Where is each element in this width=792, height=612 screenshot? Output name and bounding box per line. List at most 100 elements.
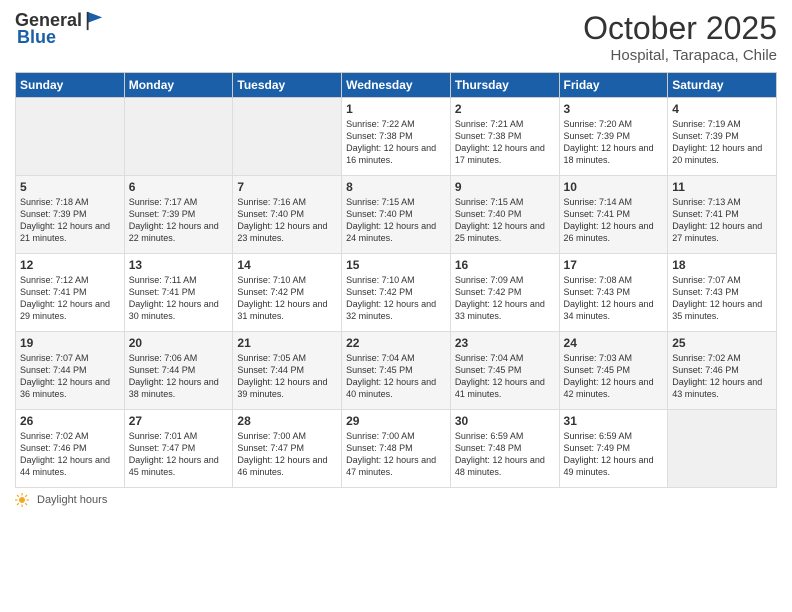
day-number: 8	[346, 180, 446, 194]
day-number: 19	[20, 336, 120, 350]
day-info: Sunrise: 7:00 AM Sunset: 7:47 PM Dayligh…	[237, 430, 337, 479]
calendar-cell: 5 Sunrise: 7:18 AM Sunset: 7:39 PM Daylig…	[16, 176, 125, 254]
calendar-cell: 26 Sunrise: 7:02 AM Sunset: 7:46 PM Dayli…	[16, 410, 125, 488]
day-number: 29	[346, 414, 446, 428]
calendar-cell: 19Sunrise: 7:07 AM Sunset: 7:44 PM Dayli…	[16, 332, 125, 410]
weekday-header-sunday: Sunday	[16, 73, 125, 98]
calendar-cell: 9 Sunrise: 7:15 AM Sunset: 7:40 PM Daylig…	[450, 176, 559, 254]
calendar-week-row-3: 12 Sunrise: 7:12 AM Sunset: 7:41 PM Dayli…	[16, 254, 777, 332]
day-info: Sunrise: 7:00 AM Sunset: 7:48 PM Dayligh…	[346, 430, 446, 479]
day-number: 1	[346, 102, 446, 116]
calendar-cell: 24 Sunrise: 7:03 AM Sunset: 7:45 PM Dayli…	[559, 332, 668, 410]
calendar-cell: 4 Sunrise: 7:19 AM Sunset: 7:39 PM Daylig…	[668, 98, 777, 176]
day-number: 4	[672, 102, 772, 116]
day-info: Sunrise: 7:16 AM Sunset: 7:40 PM Dayligh…	[237, 196, 337, 245]
day-info: Sunrise: 7:21 AM Sunset: 7:38 PM Dayligh…	[455, 118, 555, 167]
day-number: 17	[564, 258, 664, 272]
day-info: Sunrise: 7:17 AM Sunset: 7:39 PM Dayligh…	[129, 196, 229, 245]
day-info: Sunrise: 7:14 AM Sunset: 7:41 PM Dayligh…	[564, 196, 664, 245]
day-info: Sunrise: 6:59 AM Sunset: 7:48 PM Dayligh…	[455, 430, 555, 479]
day-info: Sunrise: 7:15 AM Sunset: 7:40 PM Dayligh…	[455, 196, 555, 245]
day-info: Sunrise: 7:04 AM Sunset: 7:45 PM Dayligh…	[455, 352, 555, 401]
day-info: Sunrise: 6:59 AM Sunset: 7:49 PM Dayligh…	[564, 430, 664, 479]
calendar-cell: 30 Sunrise: 6:59 AM Sunset: 7:48 PM Dayli…	[450, 410, 559, 488]
day-number: 3	[564, 102, 664, 116]
calendar-cell: 12 Sunrise: 7:12 AM Sunset: 7:41 PM Dayli…	[16, 254, 125, 332]
day-number: 9	[455, 180, 555, 194]
day-info: Sunrise: 7:18 AM Sunset: 7:39 PM Dayligh…	[20, 196, 120, 245]
day-info: Sunrise: 7:02 AM Sunset: 7:46 PM Dayligh…	[20, 430, 120, 479]
day-number: 13	[129, 258, 229, 272]
day-info: Sunrise: 7:10 AM Sunset: 7:42 PM Dayligh…	[346, 274, 446, 323]
weekday-header-friday: Friday	[559, 73, 668, 98]
calendar-cell: 27 Sunrise: 7:01 AM Sunset: 7:47 PM Dayli…	[124, 410, 233, 488]
day-info: Sunrise: 7:19 AM Sunset: 7:39 PM Dayligh…	[672, 118, 772, 167]
day-number: 25	[672, 336, 772, 350]
weekday-header-tuesday: Tuesday	[233, 73, 342, 98]
calendar-cell: 2 Sunrise: 7:21 AM Sunset: 7:38 PM Daylig…	[450, 98, 559, 176]
calendar-table: SundayMondayTuesdayWednesdayThursdayFrid…	[15, 72, 777, 488]
day-info: Sunrise: 7:20 AM Sunset: 7:39 PM Dayligh…	[564, 118, 664, 167]
day-number: 2	[455, 102, 555, 116]
day-info: Sunrise: 7:08 AM Sunset: 7:43 PM Dayligh…	[564, 274, 664, 323]
day-info: Sunrise: 7:03 AM Sunset: 7:45 PM Dayligh…	[564, 352, 664, 401]
day-info: Sunrise: 7:09 AM Sunset: 7:42 PM Dayligh…	[455, 274, 555, 323]
day-info: Sunrise: 7:06 AM Sunset: 7:44 PM Dayligh…	[129, 352, 229, 401]
calendar-week-row-5: 26 Sunrise: 7:02 AM Sunset: 7:46 PM Dayli…	[16, 410, 777, 488]
calendar-week-row-2: 5 Sunrise: 7:18 AM Sunset: 7:39 PM Daylig…	[16, 176, 777, 254]
calendar-cell: 7 Sunrise: 7:16 AM Sunset: 7:40 PM Daylig…	[233, 176, 342, 254]
day-number: 27	[129, 414, 229, 428]
day-number: 28	[237, 414, 337, 428]
day-info: Sunrise: 7:11 AM Sunset: 7:41 PM Dayligh…	[129, 274, 229, 323]
calendar-cell: 23 Sunrise: 7:04 AM Sunset: 7:45 PM Dayli…	[450, 332, 559, 410]
calendar-cell: 20 Sunrise: 7:06 AM Sunset: 7:44 PM Dayli…	[124, 332, 233, 410]
calendar-week-row-4: 19Sunrise: 7:07 AM Sunset: 7:44 PM Dayli…	[16, 332, 777, 410]
day-number: 22	[346, 336, 446, 350]
calendar-cell	[16, 98, 125, 176]
logo: General Blue	[15, 10, 104, 48]
logo-flag-icon	[84, 10, 104, 32]
calendar-cell	[233, 98, 342, 176]
weekday-header-row: SundayMondayTuesdayWednesdayThursdayFrid…	[16, 73, 777, 98]
day-number: 26	[20, 414, 120, 428]
calendar-cell	[124, 98, 233, 176]
calendar-cell: 11Sunrise: 7:13 AM Sunset: 7:41 PM Dayli…	[668, 176, 777, 254]
calendar-cell: 21 Sunrise: 7:05 AM Sunset: 7:44 PM Dayli…	[233, 332, 342, 410]
calendar-cell: 22Sunrise: 7:04 AM Sunset: 7:45 PM Dayli…	[342, 332, 451, 410]
day-number: 24	[564, 336, 664, 350]
day-number: 31	[564, 414, 664, 428]
day-number: 5	[20, 180, 120, 194]
day-info: Sunrise: 7:15 AM Sunset: 7:40 PM Dayligh…	[346, 196, 446, 245]
logo-blue-text: Blue	[17, 28, 56, 48]
day-number: 23	[455, 336, 555, 350]
day-number: 21	[237, 336, 337, 350]
day-info: Sunrise: 7:12 AM Sunset: 7:41 PM Dayligh…	[20, 274, 120, 323]
weekday-header-wednesday: Wednesday	[342, 73, 451, 98]
day-number: 20	[129, 336, 229, 350]
day-number: 6	[129, 180, 229, 194]
calendar-cell: 6 Sunrise: 7:17 AM Sunset: 7:39 PM Daylig…	[124, 176, 233, 254]
day-number: 7	[237, 180, 337, 194]
weekday-header-saturday: Saturday	[668, 73, 777, 98]
calendar-cell: 29 Sunrise: 7:00 AM Sunset: 7:48 PM Dayli…	[342, 410, 451, 488]
footer-note-text: Daylight hours	[37, 494, 107, 506]
calendar-week-row-1: 1Sunrise: 7:22 AM Sunset: 7:38 PM Daylig…	[16, 98, 777, 176]
day-number: 14	[237, 258, 337, 272]
day-number: 15	[346, 258, 446, 272]
calendar-cell: 8 Sunrise: 7:15 AM Sunset: 7:40 PM Daylig…	[342, 176, 451, 254]
day-info: Sunrise: 7:05 AM Sunset: 7:44 PM Dayligh…	[237, 352, 337, 401]
day-number: 12	[20, 258, 120, 272]
calendar-cell: 16 Sunrise: 7:09 AM Sunset: 7:42 PM Dayli…	[450, 254, 559, 332]
day-info: Sunrise: 7:02 AM Sunset: 7:46 PM Dayligh…	[672, 352, 772, 401]
calendar-cell: 18Sunrise: 7:07 AM Sunset: 7:43 PM Dayli…	[668, 254, 777, 332]
day-number: 11	[672, 180, 772, 194]
day-number: 16	[455, 258, 555, 272]
day-info: Sunrise: 7:01 AM Sunset: 7:47 PM Dayligh…	[129, 430, 229, 479]
calendar-cell: 10 Sunrise: 7:14 AM Sunset: 7:41 PM Dayli…	[559, 176, 668, 254]
day-number: 10	[564, 180, 664, 194]
day-number: 30	[455, 414, 555, 428]
calendar-cell: 14 Sunrise: 7:10 AM Sunset: 7:42 PM Dayli…	[233, 254, 342, 332]
day-info: Sunrise: 7:07 AM Sunset: 7:43 PM Dayligh…	[672, 274, 772, 323]
title-block: October 2025 Hospital, Tarapaca, Chile	[583, 10, 777, 64]
day-info: Sunrise: 7:10 AM Sunset: 7:42 PM Dayligh…	[237, 274, 337, 323]
